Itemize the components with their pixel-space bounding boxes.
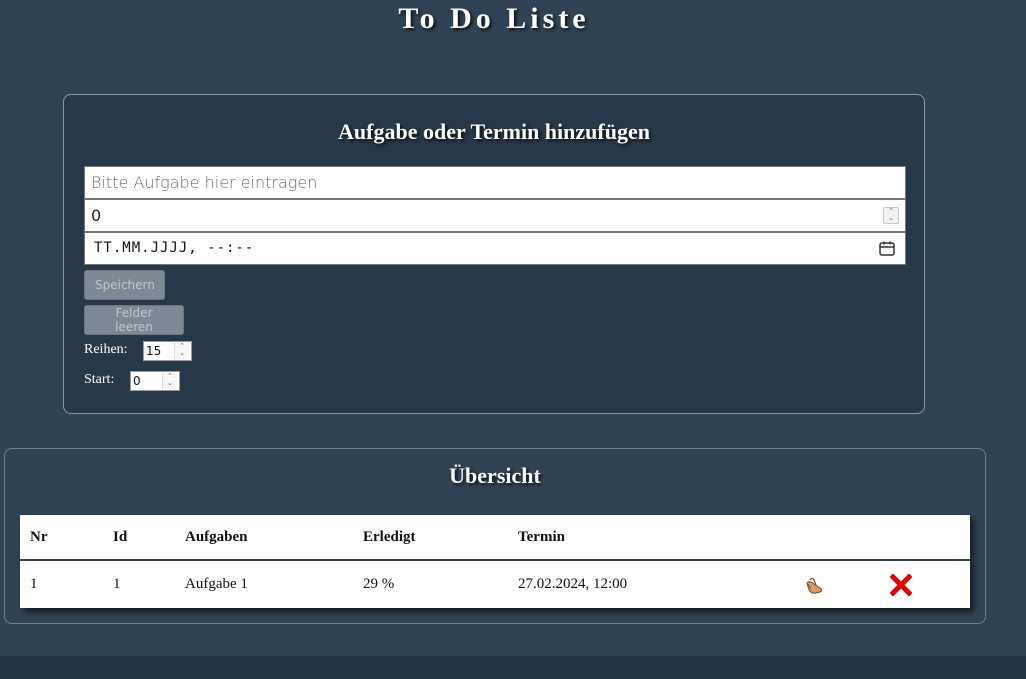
column-header-date: Termin — [518, 515, 804, 561]
calendar-icon[interactable] — [879, 241, 895, 256]
page-title: To Do Liste — [398, 2, 590, 35]
overview-title: Übersicht — [449, 463, 541, 488]
start-input[interactable] — [131, 372, 165, 390]
progress-input[interactable] — [85, 200, 905, 231]
column-header-delete — [890, 515, 970, 561]
rows-input[interactable] — [144, 342, 178, 360]
red-x-delete-icon[interactable] — [890, 573, 912, 596]
add-task-form: Aufgabe oder Termin hinzufügen ⌃⌄ TT.MM.… — [63, 94, 925, 414]
row-edit-cell — [804, 560, 890, 608]
start-label: Start: — [84, 372, 115, 387]
column-header-tasks: Aufgaben — [185, 515, 363, 561]
date-field-wrapper[interactable]: TT.MM.JJJJ, --:-- — [84, 232, 906, 265]
date-input[interactable]: TT.MM.JJJJ, --:-- — [94, 240, 254, 256]
task-table-wrapper: Nr Id Aufgaben Erledigt Termin 1 1 Aufga… — [20, 515, 970, 608]
rows-field-wrapper: ⌃⌄ — [143, 341, 192, 361]
rows-spinner[interactable]: ⌃ ⌄ — [174, 343, 189, 359]
task-field-wrapper — [84, 166, 906, 199]
column-header-nr: Nr — [20, 515, 113, 561]
row-nr: 1 — [30, 576, 38, 592]
hand-edit-icon[interactable] — [804, 574, 826, 596]
start-spinner[interactable]: ⌃ ⌄ — [162, 373, 177, 389]
start-field-wrapper: ⌃⌄ — [130, 371, 180, 391]
task-table: Nr Id Aufgaben Erledigt Termin 1 1 Aufga… — [20, 515, 970, 608]
row-date: 27.02.2024, 12:00 — [518, 576, 628, 592]
column-header-id: Id — [113, 515, 185, 561]
table-header-row: Nr Id Aufgaben Erledigt Termin — [20, 515, 970, 561]
column-header-done: Erledigt — [363, 515, 518, 561]
row-delete-cell — [890, 560, 970, 608]
table-row: 1 1 Aufgabe 1 29 % 27.02.2024, 12:00 — [20, 560, 970, 608]
progress-spinner[interactable]: ⌃ ⌄ — [883, 207, 899, 224]
form-title: Aufgabe oder Termin hinzufügen — [338, 119, 650, 144]
rows-label: Reihen: — [84, 342, 128, 357]
progress-field-wrapper: ⌃⌄ — [84, 199, 906, 232]
overview-section: Übersicht Nr Id Aufgaben Erledigt Termin… — [4, 448, 986, 624]
footer-bar — [0, 656, 1026, 679]
task-input[interactable] — [85, 167, 905, 198]
column-header-edit — [804, 515, 890, 561]
row-task: Aufgabe 1 — [185, 576, 248, 592]
save-button[interactable]: Speichern — [84, 270, 165, 300]
clear-fields-button[interactable]: Felder leeren — [84, 305, 184, 335]
row-id: 1 — [113, 576, 121, 592]
row-done: 29 % — [363, 576, 395, 592]
